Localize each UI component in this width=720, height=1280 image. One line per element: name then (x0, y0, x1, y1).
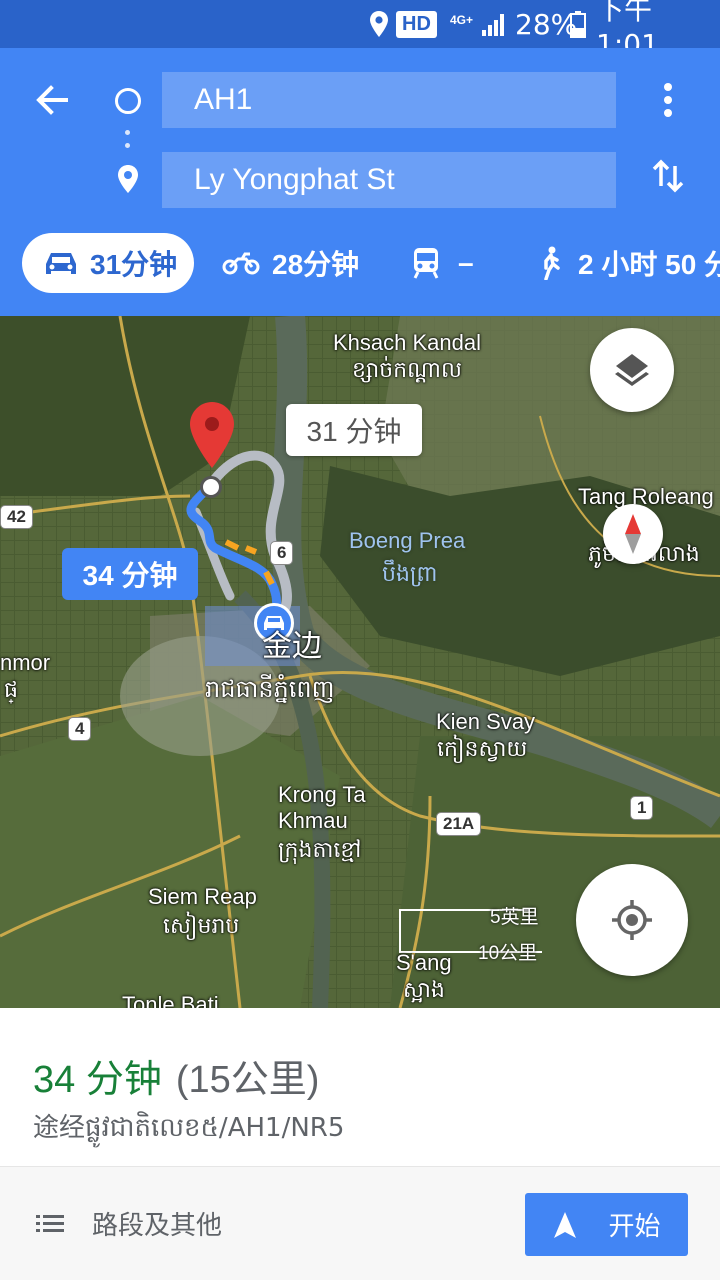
battery-icon (570, 0, 586, 48)
layers-icon (615, 354, 649, 386)
layers-button[interactable] (590, 328, 674, 412)
place-label-khmer: បឹងព្រា (382, 562, 438, 587)
place-label: Siem Reap (148, 884, 257, 909)
list-icon (36, 1214, 64, 1232)
origin-input[interactable]: AH1 (162, 72, 616, 128)
route-eta: 34 分钟 (15公里) (33, 1048, 319, 1103)
battery-percent: 28% (515, 7, 578, 41)
selected-route-label[interactable]: 34 分钟 (62, 548, 198, 600)
city-label-khmer: រាជធានីភ្នំពេញ (205, 675, 335, 703)
city-label: 金边 (262, 630, 322, 663)
scale-km: 10公里 (478, 943, 538, 964)
more-options-button[interactable] (648, 78, 688, 122)
place-label-khmer: កៀនស្វាយ (437, 737, 528, 762)
road-shield: 42 (0, 505, 33, 529)
mode-tab-transit[interactable]: – (412, 233, 474, 293)
back-arrow-icon (36, 85, 68, 115)
compass-icon (625, 514, 641, 554)
alternative-route-label[interactable]: 31 分钟 (286, 404, 422, 456)
hd-badge: HD (396, 10, 437, 38)
route-distance: (15公里) (175, 1059, 320, 1101)
mode-driving-time: 31分钟 (90, 249, 178, 280)
network-type: 4G+ (450, 13, 474, 27)
steps-label: 路段及其他 (92, 1210, 223, 1240)
place-label: Boeng Prea (349, 528, 466, 553)
place-label: Khsach Kandal (333, 330, 481, 355)
route-dot (125, 143, 130, 148)
car-icon (44, 248, 78, 278)
swap-vert-icon (652, 159, 684, 193)
clock: 下午 1:01 (596, 0, 659, 61)
route-dot (125, 130, 130, 135)
route-start-marker (200, 476, 222, 498)
destination-input[interactable]: Ly Yongphat St (162, 152, 616, 208)
eta-duration: 34 分钟 (33, 1059, 162, 1101)
road-shield: 6 (270, 541, 294, 565)
place-label-khmer: សៀមរាប (163, 914, 240, 939)
place-label: Tonle Bati (122, 992, 219, 1008)
compass-button[interactable] (603, 504, 663, 564)
mode-motorcycle-time: 28分钟 (272, 249, 360, 280)
swap-button[interactable] (648, 156, 688, 196)
route-via: 途经ផ្លូវជាតិលេខ៥/AH1/NR5 (33, 1113, 345, 1143)
route-summary[interactable]: 34 分钟 (15公里) 途经ផ្លូវជាតិលេខ៥/AH1/NR5 (0, 1008, 720, 1166)
walk-icon (538, 246, 562, 280)
place-label: S'ang (396, 950, 452, 975)
place-label-khmer: ផ្ (4, 678, 18, 703)
destination-marker-icon (116, 164, 140, 199)
status-bar: HD 4G+ 28% 下午 1:01 (0, 0, 720, 61)
navigation-arrow-icon (554, 1211, 577, 1238)
destination-pin-icon[interactable] (188, 400, 236, 477)
mode-tab-walking[interactable]: 2 小时 50 分 (538, 233, 720, 293)
road-shield: 4 (68, 717, 92, 741)
bottom-bar: 路段及其他 开始 (0, 1166, 720, 1280)
road-shield: 21A (436, 812, 482, 836)
directions-header: AH1 Ly Yongphat St 31分钟 28分钟 – 2 小时 50 分 (0, 48, 720, 316)
mode-walking-time: 2 小时 50 分 (578, 249, 720, 280)
motorcycle-icon (222, 250, 260, 276)
start-label: 开始 (608, 1211, 661, 1241)
place-label-khmer: ក្រុងតាខ្មៅ (278, 838, 362, 863)
place-label: Kien Svay (436, 709, 536, 734)
place-label: nmor (0, 650, 51, 675)
place-label-khmer: ស្អាង (403, 978, 445, 1003)
back-button[interactable] (30, 78, 74, 122)
start-navigation-button[interactable]: 开始 (525, 1193, 688, 1256)
steps-button[interactable]: 路段及其他 (36, 1205, 222, 1242)
place-label: Krong Ta Khmau (278, 782, 366, 833)
place-label-khmer: ខ្សាច់កណ្តាល (352, 358, 462, 383)
more-vert-icon (664, 83, 672, 117)
origin-marker-icon (115, 88, 141, 114)
transit-icon (412, 247, 440, 279)
location-icon (368, 0, 390, 48)
mode-tab-motorcycle[interactable]: 28分钟 (222, 233, 359, 293)
my-location-button[interactable] (576, 864, 688, 976)
mode-transit-time: – (458, 247, 474, 278)
my-location-icon (612, 900, 652, 940)
mode-tab-driving[interactable]: 31分钟 (22, 233, 194, 293)
road-shield: 1 (630, 796, 654, 820)
signal-icon (480, 0, 508, 48)
scale-miles: 5英里 (490, 907, 539, 928)
map-view[interactable]: 31 分钟 34 分钟 Khsach Kandal ខ្សាច់កណ្តាល T… (0, 316, 720, 1008)
